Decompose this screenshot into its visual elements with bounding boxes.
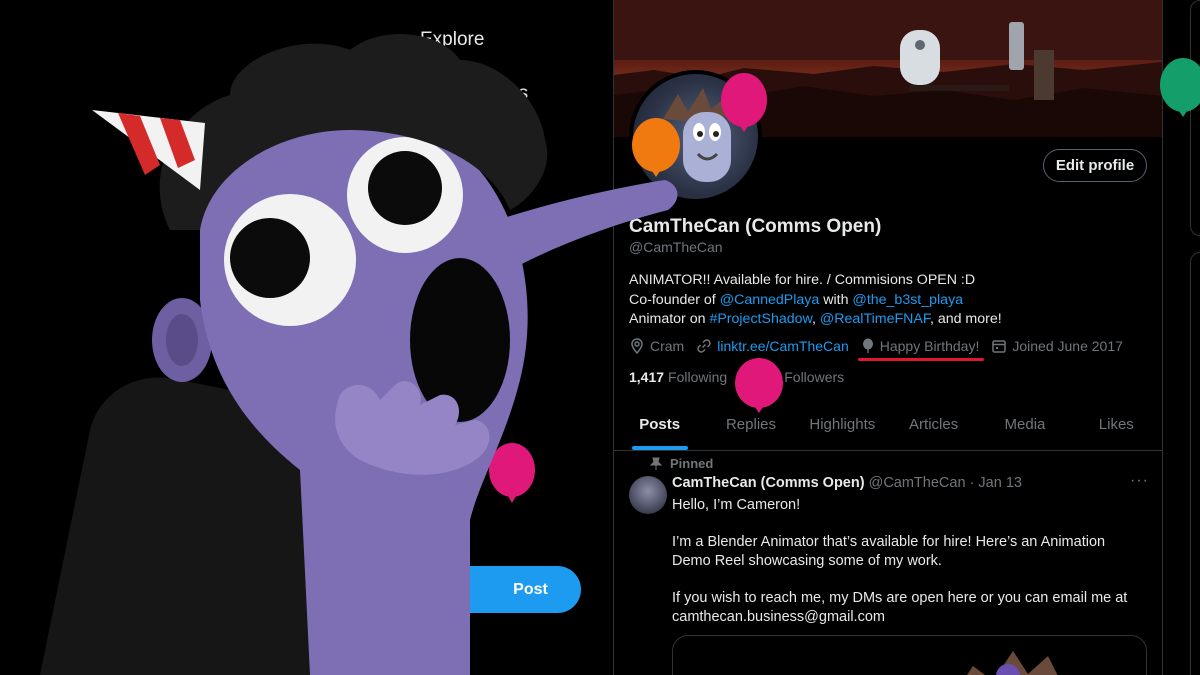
pink-balloon-icon <box>489 443 535 503</box>
location-text: Cram <box>650 338 685 354</box>
pinned-label: Pinned <box>670 456 714 471</box>
followers-count: 8,181 <box>745 369 781 385</box>
location-item: Cram <box>629 338 684 354</box>
nav-notifications[interactable]: ns <box>508 83 528 105</box>
avatar-character-image <box>663 88 731 182</box>
tweet-media-card[interactable] <box>672 635 1147 675</box>
tweet-paragraph: If you wish to reach me, my DMs are open… <box>672 590 1128 625</box>
pinned-indicator: Pinned <box>650 456 713 471</box>
profile-handle: @CamTheCan <box>629 239 723 255</box>
profile-display-name: CamTheCan (Comms Open) <box>629 216 882 237</box>
nav-explore[interactable]: Explore <box>420 29 484 51</box>
profile-bio: ANIMATOR!! Available for hire. / Commisi… <box>629 271 1149 330</box>
bio-text: , <box>811 311 820 327</box>
profile-avatar[interactable] <box>629 70 762 203</box>
profile-tabs: Posts Replies Highlights Articles Media … <box>614 398 1162 451</box>
joined-text: Joined June 2017 <box>1012 338 1123 354</box>
hashtag-link[interactable]: #ProjectShadow <box>709 311 812 327</box>
media-thumbnail-image <box>967 651 1058 675</box>
tab-media[interactable]: Media <box>979 398 1070 450</box>
profile-meta: Cram linktr.ee/CamTheCan Happy Birthday!… <box>629 338 1135 354</box>
right-sidebar-card <box>1190 252 1200 675</box>
followers-link[interactable]: 8,181 Followers <box>745 369 844 385</box>
tweet-text: Hello, I’m Cameron! I’m a Blender Animat… <box>672 496 1142 645</box>
following-label: Following <box>668 369 728 385</box>
tweet-header: CamTheCan (Comms Open) @CamTheCan · Jan … <box>672 475 1022 491</box>
post-button[interactable]: Post <box>440 566 581 613</box>
bio-text: Animator on <box>629 311 710 327</box>
tab-highlights[interactable]: Highlights <box>797 398 888 450</box>
birthday-text: Happy Birthday! <box>879 338 980 354</box>
tweet-author-name[interactable]: CamTheCan (Comms Open) <box>672 475 865 491</box>
pin-icon <box>650 457 662 470</box>
following-link[interactable]: 1,417 Following <box>629 369 727 385</box>
bio-line-3: Animator on #ProjectShadow, @RealTimeFNA… <box>629 310 1149 330</box>
column-divider <box>1162 0 1163 675</box>
followers-label: Followers <box>784 369 845 385</box>
tab-replies[interactable]: Replies <box>705 398 796 450</box>
tweet-separator: · <box>965 475 979 491</box>
balloon-icon <box>862 338 873 353</box>
mention-link[interactable]: @RealTimeFNAF <box>820 311 930 327</box>
tweet-paragraph: Hello, I’m Cameron! <box>672 497 801 513</box>
mention-link[interactable]: @CannedPlaya <box>720 292 820 308</box>
tab-likes[interactable]: Likes <box>1071 398 1162 450</box>
follow-stats: 1,417 Following 8,181 Followers <box>629 369 862 385</box>
edit-profile-button[interactable]: Edit profile <box>1043 149 1147 182</box>
tweet-paragraph: I’m a Blender Animator that’s available … <box>672 534 1106 569</box>
bio-text: with <box>819 291 853 308</box>
link-icon <box>697 339 711 353</box>
birthday-item: Happy Birthday! <box>861 338 980 354</box>
bio-text: Co-founder of <box>629 291 720 308</box>
calendar-icon <box>992 340 1007 353</box>
bio-text: , and more! <box>929 311 1002 327</box>
bio-line-2: Co-founder of @CannedPlaya with @the_b3s… <box>629 291 1149 311</box>
more-options-icon[interactable]: ··· <box>1130 472 1149 490</box>
right-sidebar-card <box>1190 0 1200 236</box>
website-item[interactable]: linktr.ee/CamTheCan <box>696 338 849 354</box>
mention-link[interactable]: @the_b3st_playa <box>852 292 963 308</box>
tab-posts[interactable]: Posts <box>614 398 705 450</box>
tweet-author-handle[interactable]: @CamTheCan <box>869 475 966 491</box>
website-link[interactable]: linktr.ee/CamTheCan <box>717 338 849 354</box>
post-button-label: Post <box>513 580 548 598</box>
tweet-author-avatar[interactable] <box>629 476 667 514</box>
tab-articles[interactable]: Articles <box>888 398 979 450</box>
location-pin-icon <box>631 338 643 354</box>
purple-character-illustration <box>40 33 678 675</box>
joined-item: Joined June 2017 <box>991 338 1123 354</box>
tweet-date[interactable]: Jan 13 <box>978 475 1022 491</box>
birthday-underline <box>858 358 984 361</box>
bio-line-1: ANIMATOR!! Available for hire. / Commisi… <box>629 272 976 288</box>
following-count: 1,417 <box>629 369 665 385</box>
